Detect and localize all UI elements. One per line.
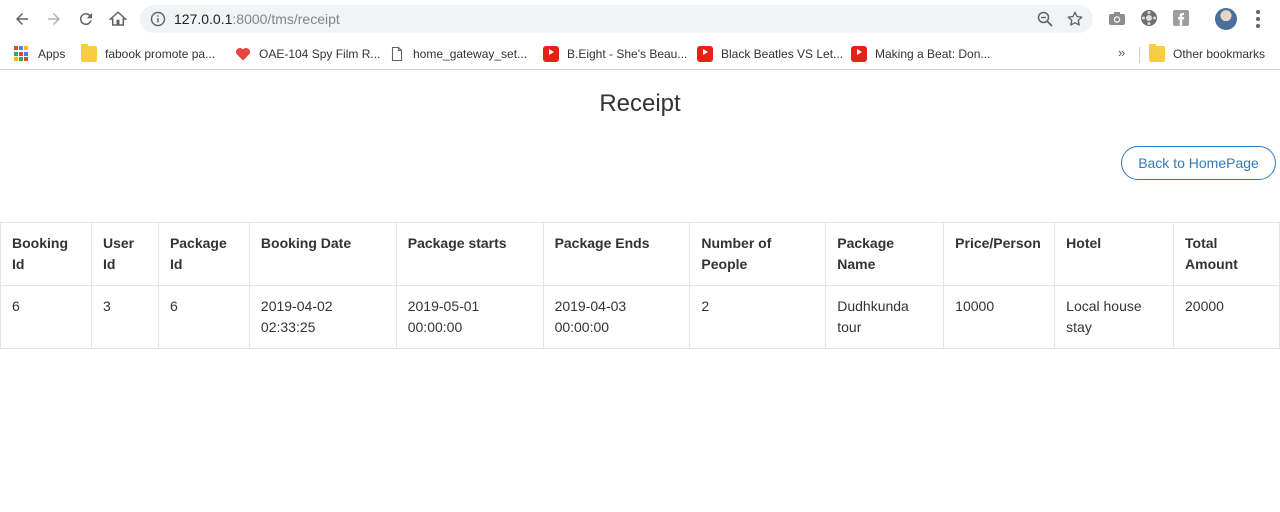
bookmark-label: Apps — [38, 47, 66, 61]
bookmark-label: Other bookmarks — [1173, 47, 1266, 61]
browser-toolbar: 127.0.0.1:8000/tms/receipt — [0, 0, 1280, 38]
bookmark-black-beatles[interactable]: Black Beatles VS Let... — [697, 44, 843, 64]
header-number-of-people: Number of People — [689, 222, 827, 286]
bookmark-oae[interactable]: OAE-104 Spy Film R... — [235, 44, 380, 64]
bookmark-star-icon[interactable] — [1066, 10, 1084, 28]
header-booking-id: Booking Id — [0, 222, 92, 286]
back-to-homepage-button[interactable]: Back to HomePage — [1121, 146, 1276, 180]
browser-menu-icon[interactable] — [1252, 10, 1264, 28]
bookmark-beight[interactable]: B.Eight - She's Beau... — [543, 44, 687, 64]
receipt-table: Booking Id User Id Package Id Booking Da… — [0, 222, 1280, 349]
bookmark-label: OAE-104 Spy Film R... — [259, 47, 381, 61]
header-package-starts: Package starts — [395, 222, 544, 286]
bookmark-apps[interactable]: Apps — [14, 44, 65, 64]
browser-chrome: 127.0.0.1:8000/tms/receipt Apps fabook p… — [0, 0, 1280, 70]
apps-grid-icon — [14, 46, 30, 62]
cell-user-id: 3 — [90, 285, 159, 349]
back-arrow-icon[interactable] — [10, 7, 34, 31]
bookmarks-divider — [1139, 47, 1140, 63]
bookmark-other[interactable]: Other bookmarks — [1149, 44, 1265, 64]
more-bookmarks-icon[interactable]: » — [1118, 45, 1125, 60]
table-row: 6 3 6 2019-04-02 02:33:25 2019-05-01 00:… — [0, 285, 1280, 349]
reload-icon[interactable] — [74, 7, 98, 31]
cell-package-id: 6 — [157, 285, 250, 349]
youtube-icon — [851, 46, 867, 62]
cell-booking-id: 6 — [0, 285, 92, 349]
youtube-icon — [697, 46, 713, 62]
heart-icon — [235, 47, 251, 61]
bookmark-fabook[interactable]: fabook promote pa... — [81, 44, 215, 64]
youtube-icon — [543, 46, 559, 62]
page-title: Receipt — [599, 90, 681, 117]
header-package-ends: Package Ends — [542, 222, 691, 286]
cell-package-starts: 2019-05-01 00:00:00 — [395, 285, 544, 349]
cell-number-of-people: 2 — [689, 285, 827, 349]
film-extension-icon[interactable] — [1140, 9, 1158, 27]
bookmark-label: Making a Beat: Don... — [875, 47, 991, 61]
info-icon[interactable] — [150, 11, 166, 27]
bookmark-home-gateway[interactable]: home_gateway_set... — [389, 44, 527, 64]
url-text[interactable]: 127.0.0.1:8000/tms/receipt — [174, 11, 340, 27]
url-host: 127.0.0.1 — [174, 11, 233, 27]
folder-icon — [81, 44, 97, 62]
camera-extension-icon[interactable] — [1108, 9, 1126, 27]
header-package-id: Package Id — [157, 222, 250, 286]
header-total-amount: Total Amount — [1173, 222, 1280, 286]
address-bar[interactable]: 127.0.0.1:8000/tms/receipt — [140, 5, 1093, 33]
folder-icon — [1149, 44, 1165, 62]
header-package-name: Package Name — [825, 222, 945, 286]
header-hotel: Hotel — [1054, 222, 1175, 286]
cell-package-ends: 2019-04-03 00:00:00 — [542, 285, 691, 349]
bookmarks-bar: Apps fabook promote pa... OAE-104 Spy Fi… — [0, 38, 1280, 70]
bookmark-making-a-beat[interactable]: Making a Beat: Don... — [851, 44, 990, 64]
cell-price-person: 10000 — [943, 285, 1056, 349]
header-price-person: Price/Person — [943, 222, 1056, 286]
facebook-extension-icon[interactable] — [1172, 9, 1190, 27]
cell-booking-date: 2019-04-02 02:33:25 — [248, 285, 397, 349]
profile-avatar[interactable] — [1215, 8, 1237, 30]
bookmark-label: Black Beatles VS Let... — [721, 47, 844, 61]
forward-arrow-icon[interactable] — [42, 7, 66, 31]
bookmark-label: home_gateway_set... — [413, 47, 528, 61]
header-booking-date: Booking Date — [248, 222, 397, 286]
cell-total-amount: 20000 — [1173, 285, 1280, 349]
cell-package-name: Dudhkunda tour — [825, 285, 945, 349]
bookmark-label: fabook promote pa... — [105, 47, 216, 61]
header-user-id: User Id — [90, 222, 159, 286]
cell-hotel: Local house stay — [1054, 285, 1175, 349]
home-icon[interactable] — [106, 7, 130, 31]
bookmark-label: B.Eight - She's Beau... — [567, 47, 688, 61]
page-icon — [391, 46, 403, 62]
table-header-row: Booking Id User Id Package Id Booking Da… — [0, 222, 1280, 286]
zoom-out-icon[interactable] — [1037, 11, 1053, 27]
url-path: :8000/tms/receipt — [232, 11, 340, 27]
